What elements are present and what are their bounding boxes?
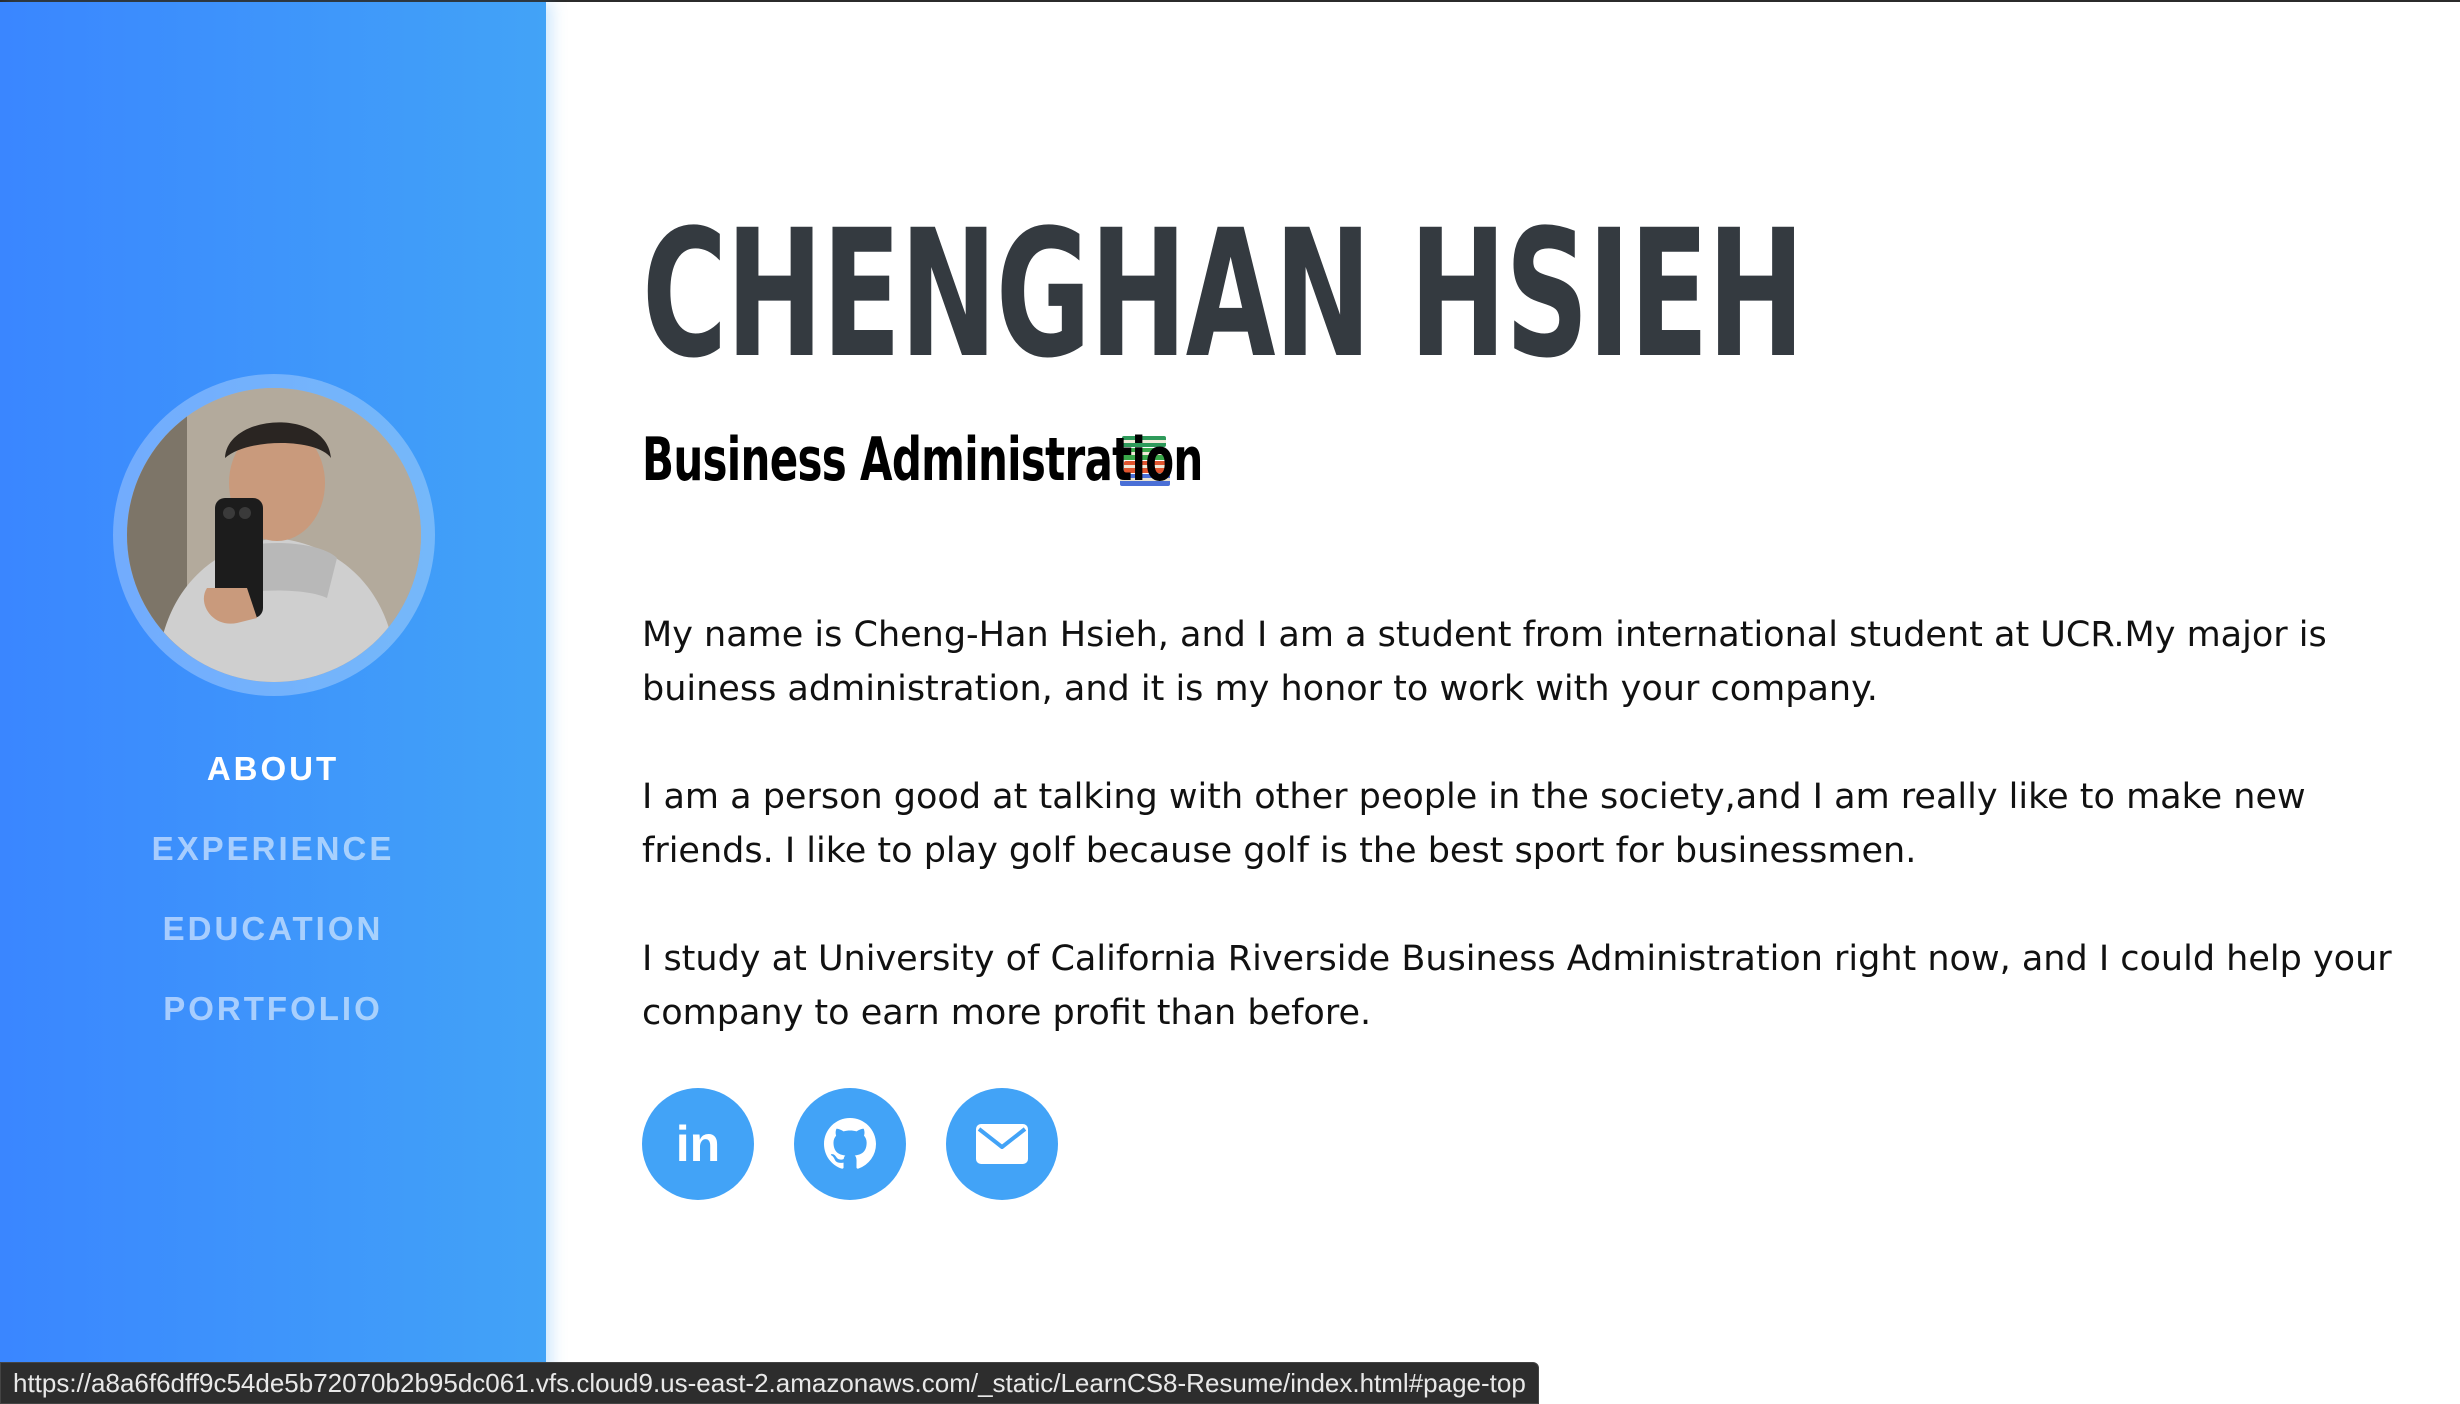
subtitle: Business Administration xyxy=(642,425,1203,495)
github-icon xyxy=(824,1118,876,1169)
subtitle-text: Business Administration xyxy=(642,425,1203,495)
sidebar-nav: ABOUT EXPERIENCE EDUCATION PORTFOLIO xyxy=(0,742,546,1062)
page: ABOUT EXPERIENCE EDUCATION PORTFOLIO CHE… xyxy=(0,0,2460,1404)
email-button[interactable] xyxy=(946,1088,1058,1200)
avatar xyxy=(127,388,421,682)
avatar-photo xyxy=(127,388,421,682)
sidebar: ABOUT EXPERIENCE EDUCATION PORTFOLIO xyxy=(0,2,546,1404)
nav-item-experience[interactable]: EXPERIENCE xyxy=(0,822,546,902)
nav-item-education[interactable]: EDUCATION xyxy=(0,902,546,982)
linkedin-icon: in xyxy=(675,1116,721,1172)
social-icons: in xyxy=(642,1088,1058,1200)
nav-item-about[interactable]: ABOUT xyxy=(0,742,546,822)
about-paragraph-1: My name is Cheng-Han Hsieh, and I am a s… xyxy=(642,615,2327,709)
linkedin-button[interactable]: in xyxy=(642,1088,754,1200)
envelope-icon xyxy=(976,1124,1028,1164)
avatar-ring xyxy=(113,374,435,696)
page-title: CHENGHAN HSIEH xyxy=(642,192,1805,397)
nav-item-portfolio[interactable]: PORTFOLIO xyxy=(0,982,546,1062)
about-paragraph-3: I study at University of California Rive… xyxy=(642,939,2392,1033)
github-button[interactable] xyxy=(794,1088,906,1200)
browser-status-url: https://a8a6f6dff9c54de5b72070b2b95dc061… xyxy=(0,1362,1539,1404)
about-paragraph-2: I am a person good at talking with other… xyxy=(642,777,2306,871)
